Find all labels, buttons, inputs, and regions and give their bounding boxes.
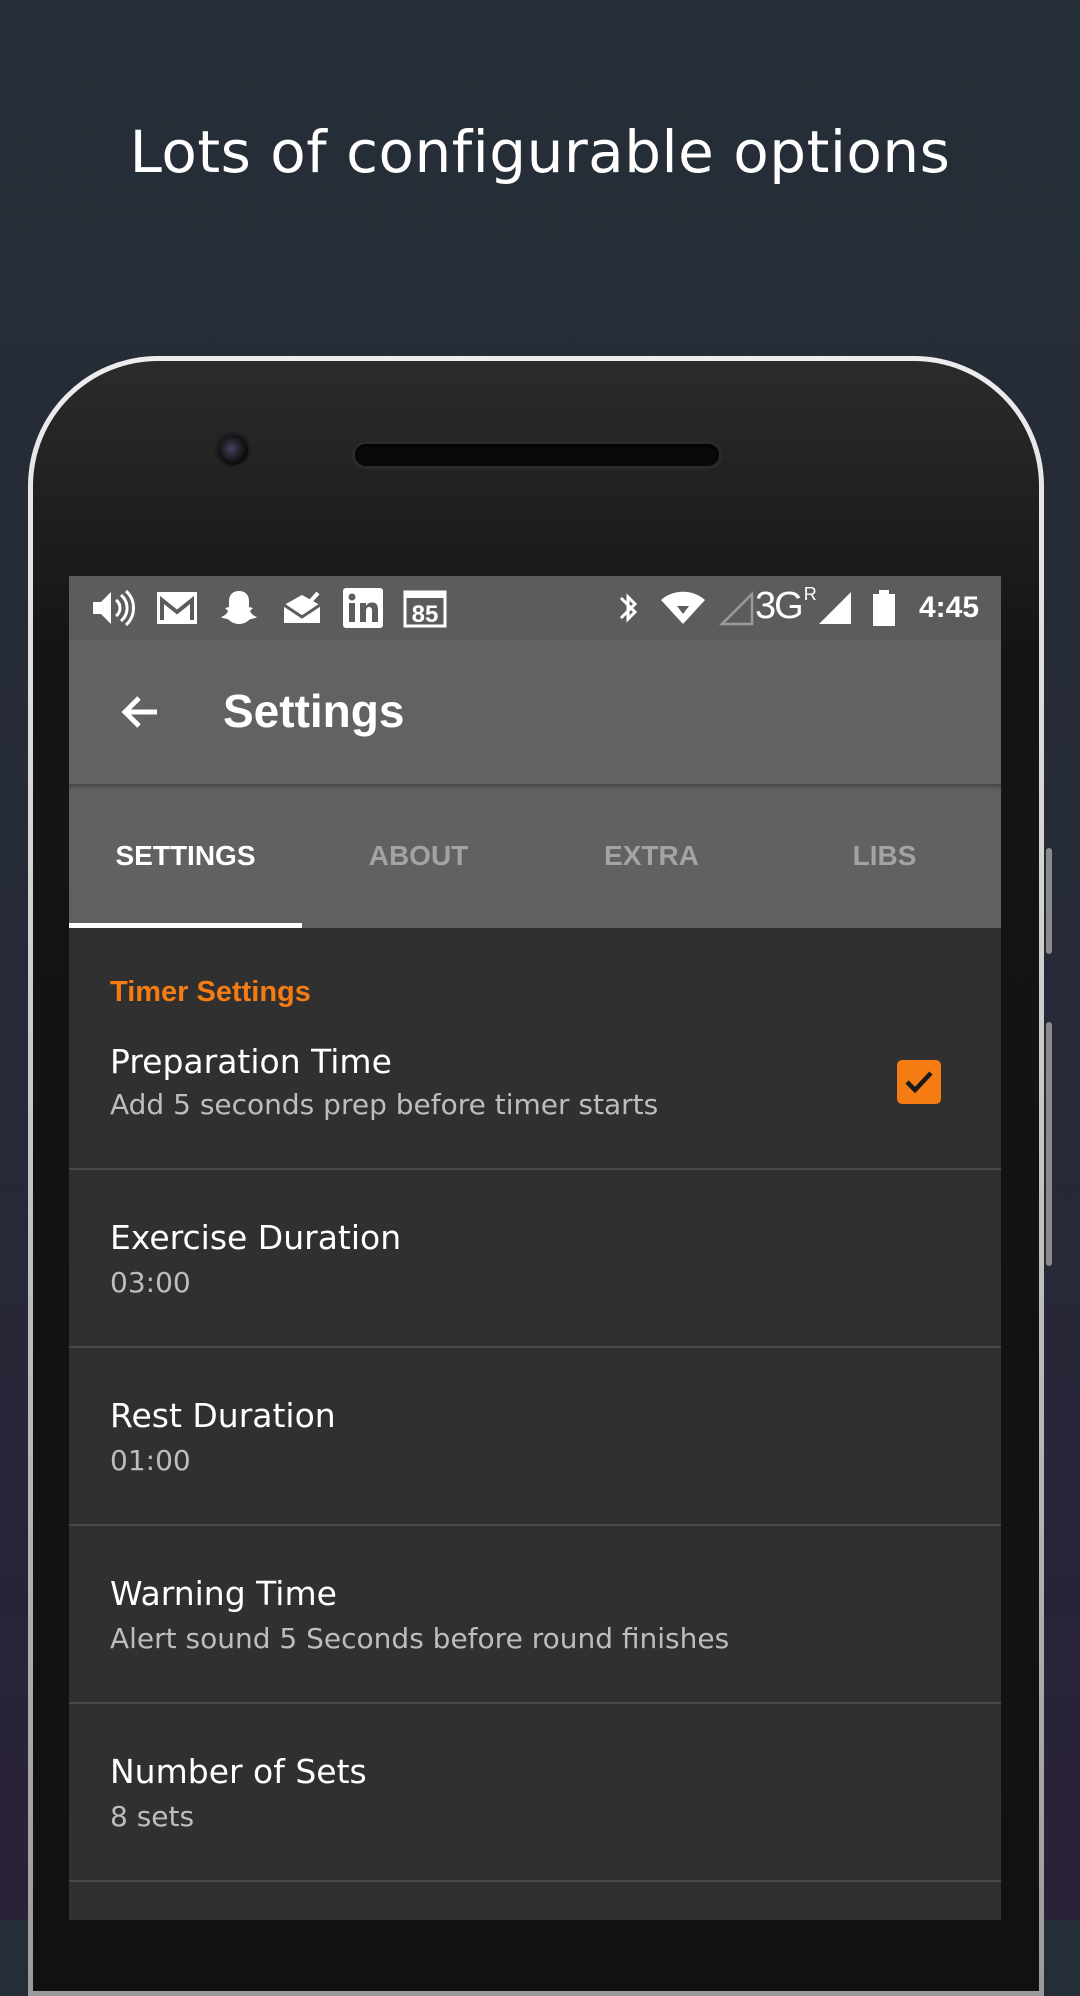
preference-title: Preparation Time [110,1042,392,1081]
check-icon [905,1071,933,1094]
battery-icon [871,588,897,628]
bluetooth-icon [613,588,643,628]
preference-number-of-sets[interactable]: Number of Sets 8 sets [69,1704,1001,1882]
calendar-icon: 85 [403,588,447,628]
preparation-time-checkbox[interactable] [897,1060,941,1104]
gmail-icon [155,588,199,628]
status-bar: 85 3G R 4:45 [69,576,1001,640]
category-header: Timer Settings [110,976,311,1008]
calendar-day: 85 [412,601,439,628]
promo-headline: Lots of configurable options [129,118,951,186]
preference-title: Number of Sets [110,1752,367,1791]
tab-extra[interactable]: EXTRA [535,784,768,928]
tab-settings[interactable]: SETTINGS [69,784,302,928]
preference-preparation-time[interactable]: Preparation Time Add 5 seconds prep befo… [69,1028,1001,1170]
tab-bar: SETTINGS ABOUT EXTRA LIBS [69,784,1001,928]
preference-summary: 01:00 [110,1444,191,1477]
earpiece-speaker [355,444,719,466]
app-bar: Settings [69,640,1001,784]
linkedin-icon [343,588,383,628]
signal-full-icon [817,588,853,628]
preference-summary: 8 sets [110,1800,195,1833]
roaming-label: R [803,583,817,604]
signal-empty-icon [719,588,755,628]
volume-button [1046,1022,1052,1266]
preference-summary: Alert sound 5 Seconds before round finis… [110,1622,730,1655]
wifi-icon [659,588,707,628]
page-title: Settings [223,685,405,737]
preference-title: Warning Time [110,1574,337,1613]
tab-about[interactable]: ABOUT [302,784,535,928]
preference-rest-duration[interactable]: Rest Duration 01:00 [69,1348,1001,1526]
preference-title: Exercise Duration [110,1218,402,1257]
network-label: 3G [755,584,804,627]
preference-summary: 03:00 [110,1266,191,1299]
preference-warning-time[interactable]: Warning Time Alert sound 5 Seconds befor… [69,1526,1001,1704]
snapchat-icon [219,588,259,628]
front-camera [218,435,248,465]
preference-title: Rest Duration [110,1396,336,1435]
network-3g-icon: 3G R [755,583,817,627]
mail-check-icon [281,588,323,628]
power-button [1046,848,1052,954]
tab-libs[interactable]: LIBS [768,784,1001,928]
arrow-back-icon[interactable] [117,688,165,736]
preference-exercise-duration[interactable]: Exercise Duration 03:00 [69,1170,1001,1348]
volume-icon [91,588,135,628]
phone-screen: 85 3G R 4:45 Settings SETTINGS ABOUT EXT… [69,576,1001,1920]
preference-summary: Add 5 seconds prep before timer starts [110,1088,659,1121]
status-time: 4:45 [918,591,979,624]
